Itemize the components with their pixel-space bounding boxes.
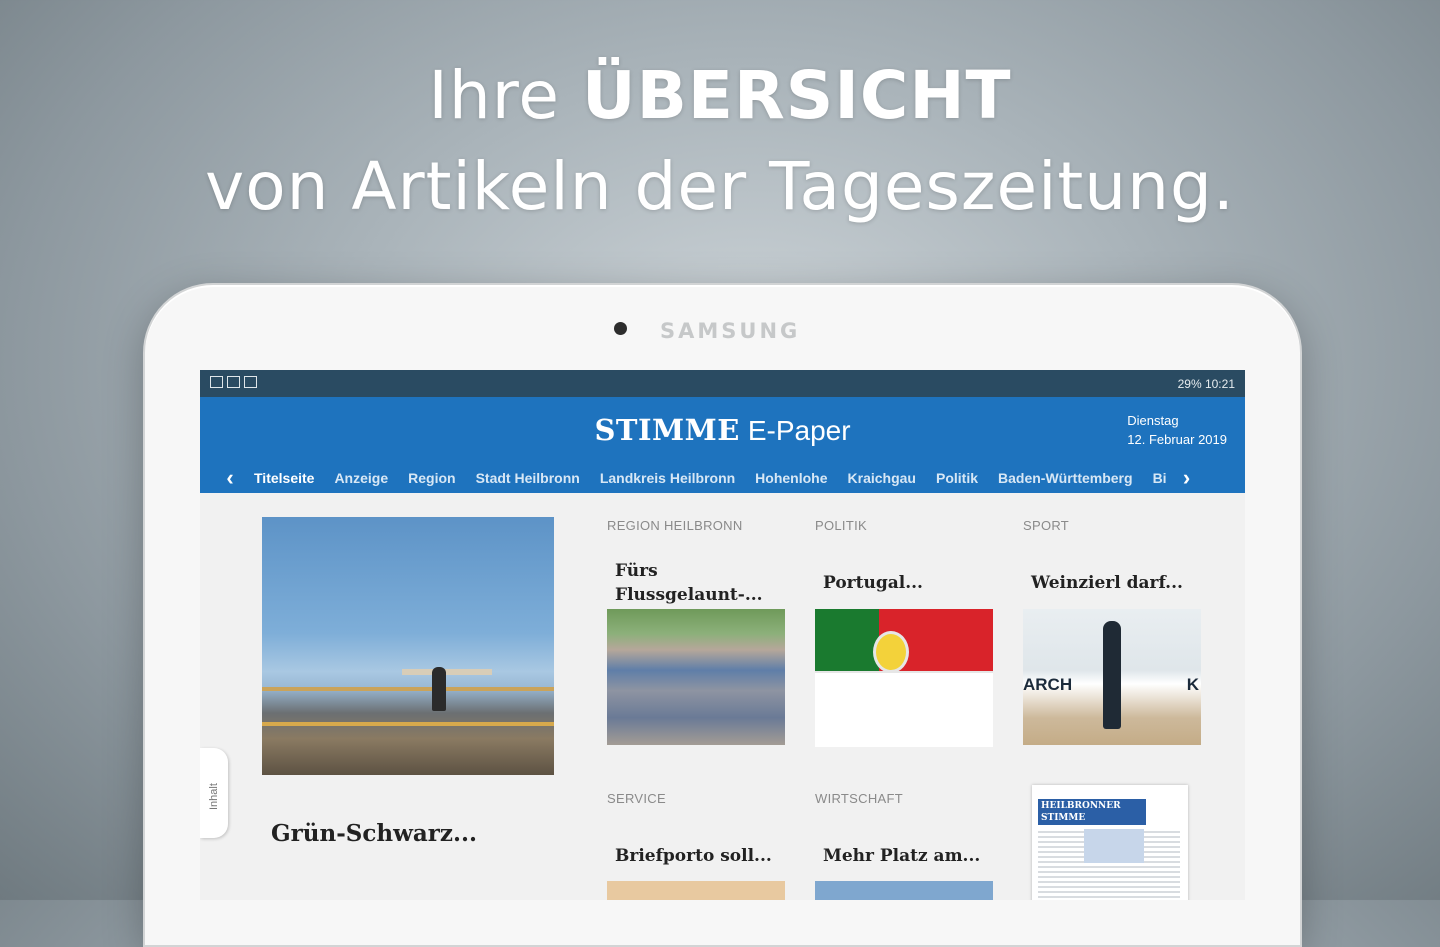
section-label: REGION HEILBRONN xyxy=(607,518,743,533)
section-tabs: ‹ Titelseite Anzeige Region Stadt Heilbr… xyxy=(200,465,1245,491)
article-title[interactable]: Portugal... xyxy=(823,571,993,595)
issue-date: Dienstag 12. Februar 2019 xyxy=(1127,411,1227,449)
headline-bold: ÜBERSICHT xyxy=(581,57,1012,134)
article-title[interactable]: Weinzierl darf... xyxy=(1031,571,1201,595)
section-label: SERVICE xyxy=(607,791,666,806)
article-title[interactable]: Fürs Flussgelaunt-... xyxy=(615,559,785,607)
device-brand: SAMSUNG xyxy=(660,319,801,343)
app-logo: STIMME E-Paper xyxy=(200,413,1245,447)
newspaper-masthead: HEILBRONNER STIMME xyxy=(1038,799,1146,825)
section-label: WIRTSCHAFT xyxy=(815,791,903,806)
contents-drawer-handle[interactable]: Inhalt xyxy=(200,748,228,838)
app-header: STIMME E-Paper Dienstag 12. Februar 2019 … xyxy=(200,397,1245,493)
article-thumbnail[interactable] xyxy=(815,881,993,900)
status-right: 29% 10:21 xyxy=(1177,376,1235,391)
logo-main: STIMME xyxy=(594,413,740,447)
lead-article-title[interactable]: Grün-Schwarz... xyxy=(271,820,477,847)
contents-label: Inhalt xyxy=(208,783,220,810)
headline-line2: von Artikeln der Tageszeitung. xyxy=(205,148,1235,225)
tab-titelseite[interactable]: Titelseite xyxy=(244,470,324,486)
app-screen: 29% 10:21 STIMME E-Paper Dienstag 12. Feb… xyxy=(200,370,1245,900)
article-thumbnail[interactable]: ARCH K xyxy=(1023,609,1201,745)
tab-baden-wuerttemberg[interactable]: Baden-Württemberg xyxy=(988,470,1143,486)
article-thumbnail[interactable] xyxy=(815,609,993,747)
article-grid: Inhalt Grün-Schwarz... REGION HEILBRONN … xyxy=(200,493,1245,900)
tab-politik[interactable]: Politik xyxy=(926,470,988,486)
article-thumbnail[interactable] xyxy=(607,609,785,745)
tab-anzeige[interactable]: Anzeige xyxy=(324,470,398,486)
section-label: POLITIK xyxy=(815,518,867,533)
article-title[interactable]: Mehr Platz am... xyxy=(823,844,993,868)
camera-icon xyxy=(614,322,627,335)
tab-partial[interactable]: Bi xyxy=(1143,470,1173,486)
tabs-prev-icon[interactable]: ‹ xyxy=(216,465,244,491)
tab-hohenlohe[interactable]: Hohenlohe xyxy=(745,470,837,486)
tabs-next-icon[interactable]: › xyxy=(1173,465,1201,491)
tab-stadt-heilbronn[interactable]: Stadt Heilbronn xyxy=(466,470,590,486)
article-thumbnail[interactable] xyxy=(607,881,785,900)
notification-icons xyxy=(210,376,261,391)
tab-region[interactable]: Region xyxy=(398,470,465,486)
headline-prefix: Ihre xyxy=(428,57,560,134)
tab-landkreis-heilbronn[interactable]: Landkreis Heilbronn xyxy=(590,470,745,486)
newspaper-issue-thumbnail[interactable]: HEILBRONNER STIMME xyxy=(1032,785,1188,900)
status-bar: 29% 10:21 xyxy=(200,370,1245,397)
date-weekday: Dienstag xyxy=(1127,413,1179,428)
promo-headline: Ihre ÜBERSICHT von Artikeln der Tageszei… xyxy=(0,56,1440,230)
article-title[interactable]: Briefporto soll... xyxy=(615,844,785,868)
logo-sub: E-Paper xyxy=(747,415,851,446)
date-full: 12. Februar 2019 xyxy=(1127,432,1227,447)
tab-kraichgau[interactable]: Kraichgau xyxy=(838,470,926,486)
section-label: SPORT xyxy=(1023,518,1070,533)
lead-article-image[interactable] xyxy=(262,517,554,775)
